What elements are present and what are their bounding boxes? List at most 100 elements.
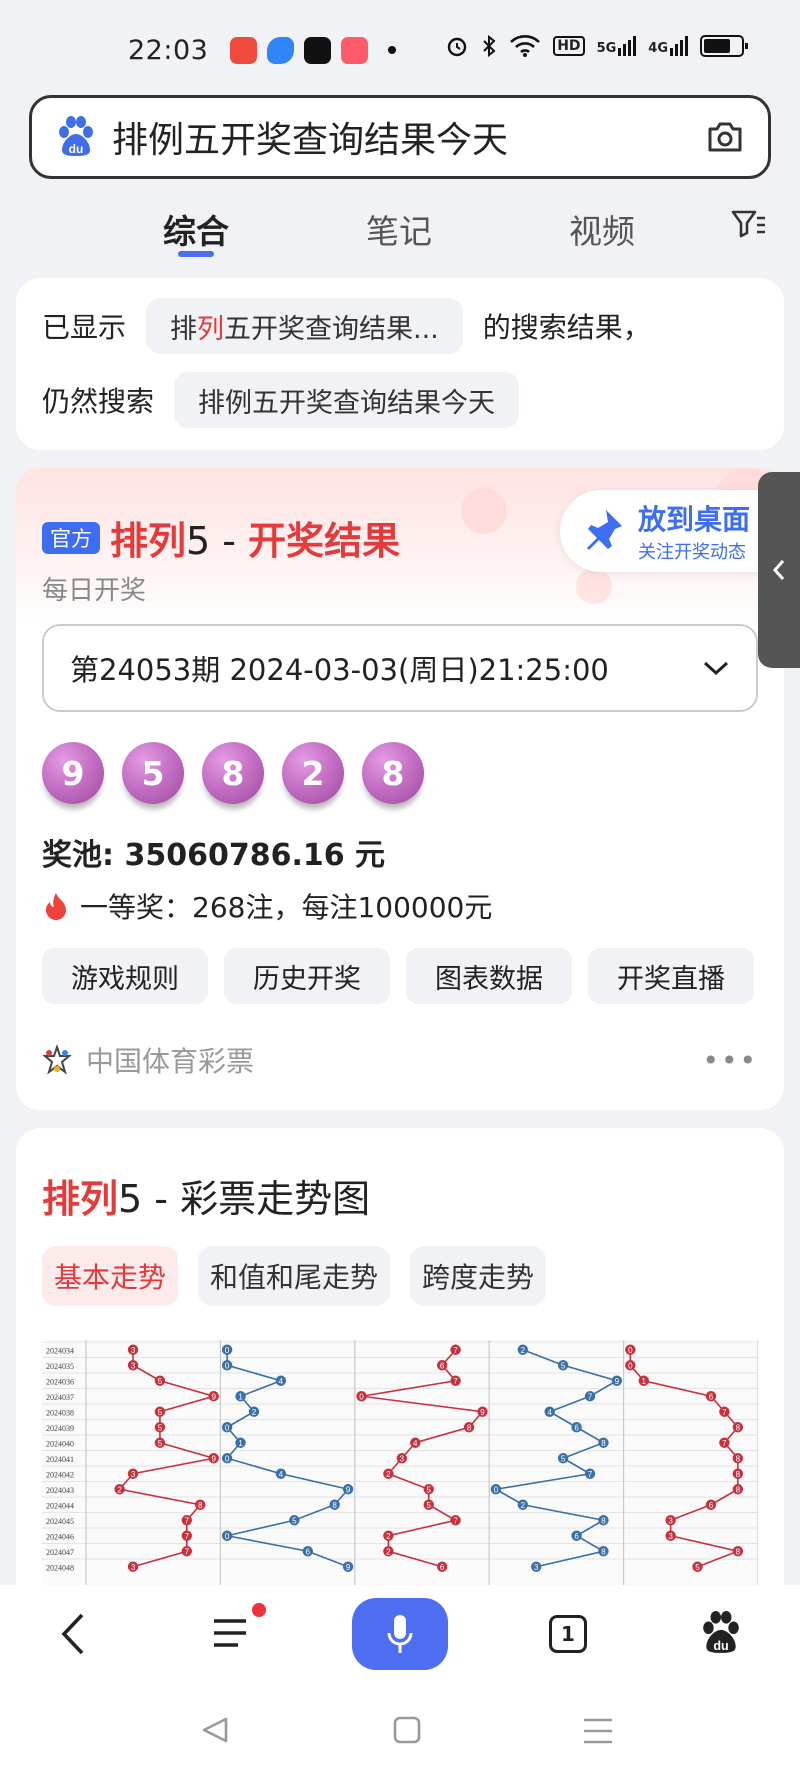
- trend-point-label: 0: [225, 1532, 230, 1541]
- prize-pool: 奖池: 35060786.16 元: [42, 838, 386, 873]
- tab-span-trend[interactable]: 跨度走势: [410, 1246, 547, 1306]
- trend-point-label: 3: [534, 1563, 539, 1572]
- filter-icon[interactable]: [731, 209, 767, 239]
- trend-point-label: 2: [386, 1470, 391, 1479]
- trend-point-label: 3: [668, 1532, 673, 1541]
- period-label: 2024038: [46, 1409, 74, 1418]
- search-input[interactable]: 排例五开奖查询结果今天: [112, 111, 706, 163]
- period-label: 2024040: [46, 1440, 74, 1449]
- lottery-result-card: 官方 排列5 - 开奖结果 每日开奖 放到桌面 关注开奖动态 第24053期 2…: [16, 468, 784, 1110]
- tab-video[interactable]: 视频: [569, 205, 635, 253]
- chevron-down-icon: [703, 661, 729, 676]
- baidu-paw-icon: du: [59, 116, 93, 156]
- period-label: 2024035: [46, 1362, 74, 1371]
- system-recents-icon[interactable]: [582, 1717, 614, 1745]
- signal-4g-icon: 4G: [648, 36, 688, 56]
- search-box[interactable]: du 排例五开奖查询结果今天: [29, 95, 771, 179]
- trend-point-label: 0: [628, 1346, 633, 1355]
- trend-point-label: 7: [453, 1346, 458, 1355]
- voice-search-button[interactable]: [352, 1598, 448, 1670]
- trend-point-label: 2: [521, 1501, 526, 1510]
- game-rules-button[interactable]: 游戏规则: [42, 948, 208, 1004]
- baidu-icon[interactable]: du: [700, 1611, 742, 1655]
- signal-5g-icon: 5G: [597, 36, 637, 56]
- hd-icon: HD: [553, 36, 585, 56]
- live-draw-button[interactable]: 开奖直播: [588, 948, 754, 1004]
- trend-point-label: 7: [453, 1377, 458, 1386]
- trend-point-label: 0: [225, 1423, 230, 1432]
- number-ball: 8: [202, 742, 264, 804]
- system-home-icon[interactable]: [392, 1715, 422, 1745]
- original-query-pill[interactable]: 排例五开奖查询结果今天: [174, 372, 520, 428]
- trend-point-label: 8: [198, 1501, 203, 1510]
- svg-text:du: du: [69, 142, 84, 156]
- period-label: 2024043: [46, 1486, 74, 1495]
- trend-point-label: 1: [238, 1439, 243, 1448]
- trend-point-label: 6: [440, 1563, 445, 1572]
- draw-selector[interactable]: 第24053期 2024-03-03(周日)21:25:00: [42, 624, 758, 712]
- status-bar: 22:03 HD 5G 4G: [0, 0, 800, 100]
- camera-icon[interactable]: [706, 120, 744, 154]
- period-label: 2024034: [46, 1347, 74, 1356]
- period-label: 2024039: [46, 1424, 74, 1433]
- back-icon[interactable]: [58, 1611, 88, 1657]
- trend-point-label: 8: [736, 1485, 741, 1494]
- trend-point-label: 5: [292, 1516, 297, 1525]
- trend-point-label: 9: [346, 1563, 351, 1572]
- trend-tabs: 基本走势 和值和尾走势 跨度走势: [42, 1246, 547, 1306]
- trend-point-label: 9: [346, 1485, 351, 1494]
- number-ball: 8: [362, 742, 424, 804]
- pin-to-desktop-button[interactable]: 放到桌面 关注开奖动态: [560, 490, 784, 572]
- trend-chart-image[interactable]: 2024034 2024035 2024036 2 0 2 4 0 3 7 2024038 20240…: [42, 1340, 758, 1608]
- draw-selector-value: 第24053期 2024-03-03(周日)21:25:00: [70, 653, 609, 687]
- system-back-icon[interactable]: [200, 1715, 230, 1745]
- trend-point-label: 0: [225, 1346, 230, 1355]
- period-label: 2024045: [46, 1517, 74, 1526]
- chart-data-button[interactable]: 图表数据: [406, 948, 572, 1004]
- trend-chart-card: 排列5 - 彩票走势图 基本走势 和值和尾走势 跨度走势 2024034 2024…: [16, 1128, 784, 1608]
- trend-point-label: 7: [185, 1532, 190, 1541]
- tab-sum-tail-trend[interactable]: 和值和尾走势: [198, 1246, 391, 1306]
- bluetooth-icon: [483, 34, 496, 58]
- trend-point-label: 9: [211, 1454, 216, 1463]
- history-button[interactable]: 历史开奖: [224, 948, 390, 1004]
- system-nav-bar: [0, 1685, 800, 1778]
- trend-point-label: 7: [722, 1408, 727, 1417]
- side-drawer-handle[interactable]: [758, 472, 800, 668]
- winning-numbers: 9 5 8 2 8: [42, 742, 424, 804]
- wifi-icon: [510, 35, 541, 57]
- app-notification-icon: [267, 36, 295, 64]
- trend-point-label: 8: [467, 1423, 472, 1432]
- trend-point-label: 5: [561, 1361, 566, 1370]
- more-icon[interactable]: •••: [702, 1044, 758, 1077]
- mic-icon: [387, 1615, 413, 1653]
- source-row[interactable]: 中国体育彩票 •••: [42, 1040, 758, 1080]
- trend-point-label: 5: [561, 1454, 566, 1463]
- decor-ball: [461, 488, 507, 534]
- menu-icon[interactable]: [210, 1615, 250, 1651]
- trend-point-label: 0: [494, 1485, 499, 1494]
- number-ball: 9: [42, 742, 104, 804]
- trend-point-label: 9: [615, 1377, 620, 1386]
- trend-point-label: 7: [185, 1516, 190, 1525]
- app-notification-icon: [341, 36, 369, 64]
- trend-point-label: 0: [628, 1361, 633, 1370]
- pin-subtitle: 关注开奖动态: [638, 542, 746, 563]
- trend-point-label: 4: [279, 1470, 284, 1479]
- pin-title: 放到桌面: [638, 503, 751, 536]
- corrected-query-pill[interactable]: 排列五开奖查询结果...: [146, 298, 463, 354]
- tab-basic-trend[interactable]: 基本走势: [42, 1246, 179, 1306]
- trend-point-label: 2: [386, 1532, 391, 1541]
- trend-point-label: 8: [736, 1454, 741, 1463]
- number-ball: 2: [282, 742, 344, 804]
- period-label: 2024036: [46, 1378, 74, 1387]
- trend-point-label: 3: [131, 1563, 136, 1572]
- trend-point-label: 6: [440, 1361, 445, 1370]
- status-right: HD 5G 4G: [445, 34, 748, 58]
- trend-point-label: 6: [709, 1501, 714, 1510]
- pin-icon: [587, 510, 622, 550]
- tab-comprehensive[interactable]: 综合: [163, 205, 229, 253]
- tabs-count-button[interactable]: 1: [549, 1615, 587, 1653]
- sports-lottery-logo-icon: [42, 1045, 72, 1075]
- tab-notes[interactable]: 笔记: [366, 205, 432, 253]
